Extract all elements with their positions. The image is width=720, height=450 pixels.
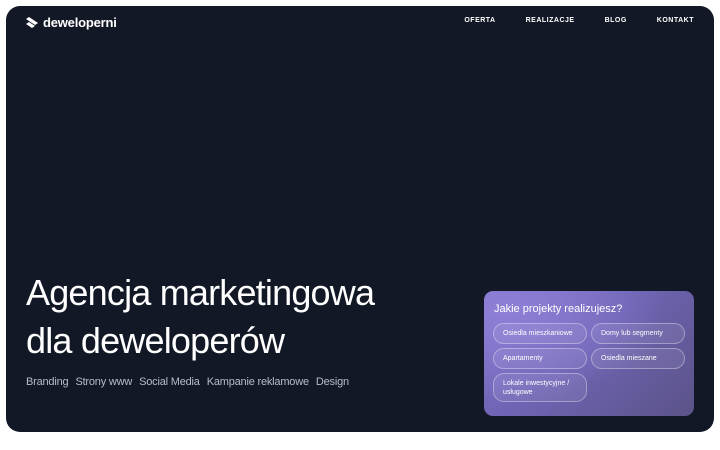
option-osiedla-mieszkaniowe[interactable]: Osiedla mieszkaniowe <box>493 323 587 344</box>
card-title: Jakie projekty realizujesz? <box>494 303 623 315</box>
project-options: Osiedla mieszkaniowe Domy lub segmenty A… <box>493 323 685 402</box>
nav-item-oferta[interactable]: OFERTA <box>464 17 495 24</box>
nav-item-blog[interactable]: BLOG <box>605 17 627 24</box>
nav-item-kontakt[interactable]: KONTAKT <box>657 17 694 24</box>
brand-name: deweloperni <box>43 15 117 30</box>
services-list: Branding Strony www Social Media Kampani… <box>26 376 349 388</box>
brand-logo[interactable]: deweloperni <box>26 15 117 30</box>
headline-line-2: dla deweloperów <box>26 320 285 361</box>
logo-stripes-icon <box>26 16 38 28</box>
main-nav: OFERTA REALIZACJE BLOG KONTAKT <box>464 17 694 24</box>
option-apartamenty[interactable]: Apartamenty <box>493 348 587 369</box>
hero-headline: Agencja marketingowa dla deweloperów <box>26 269 375 365</box>
service-branding: Branding <box>26 376 69 388</box>
service-strony-www: Strony www <box>75 376 133 388</box>
service-kampanie: Kampanie reklamowe <box>206 376 309 388</box>
headline-line-1: Agencja marketingowa <box>26 272 375 313</box>
nav-item-realizacje[interactable]: REALIZACJE <box>526 17 575 24</box>
hero-frame: deweloperni OFERTA REALIZACJE BLOG KONTA… <box>6 6 714 432</box>
option-domy-lub-segmenty[interactable]: Domy lub segmenty <box>591 323 685 344</box>
project-type-card: Jakie projekty realizujesz? Osiedla mies… <box>484 291 694 416</box>
option-lokale-inwestycyjne[interactable]: Lokale inwestycyjne / usługowe <box>493 373 587 402</box>
service-social-media: Social Media <box>139 376 200 388</box>
service-design: Design <box>315 376 349 388</box>
option-osiedla-mieszane[interactable]: Osiedla mieszane <box>591 348 685 369</box>
